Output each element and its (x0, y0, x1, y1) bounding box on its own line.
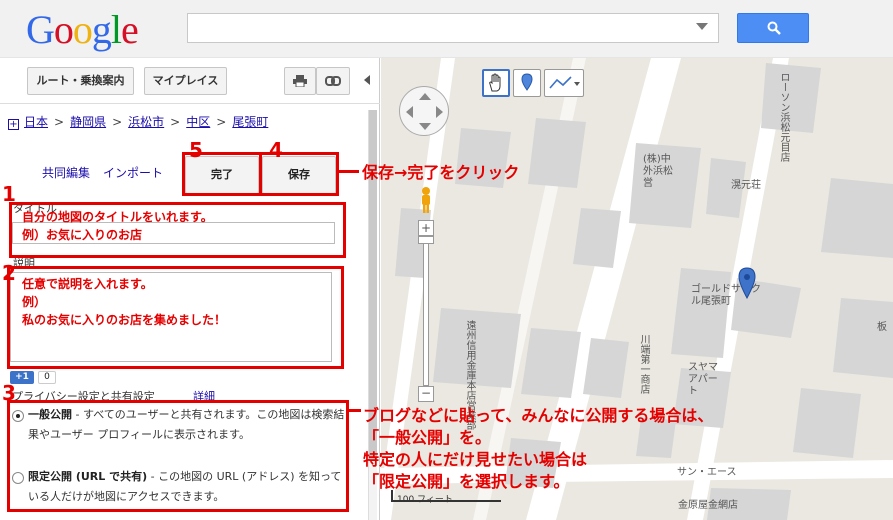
annotation-connector (339, 170, 359, 173)
annotation-number: 1 (2, 182, 16, 206)
map-label: スヤマアパート (688, 362, 718, 397)
logo-letter: o (72, 7, 93, 52)
divider (0, 103, 380, 104)
search-input[interactable] (187, 13, 719, 43)
link-icon (325, 76, 341, 86)
breadcrumb-item[interactable]: 浜松市 (128, 115, 164, 129)
import-link[interactable]: インポート (103, 164, 163, 181)
title-annotation-text: 自分の地図のタイトルをいれます。 例）お気に入りのお店 (22, 208, 213, 244)
marker-tool-button[interactable] (513, 69, 541, 97)
chevron-down-icon[interactable] (696, 23, 708, 30)
printer-icon (293, 75, 307, 88)
breadcrumb-item[interactable]: 日本 (24, 115, 48, 129)
pan-right-icon[interactable] (436, 106, 443, 118)
pegman-icon[interactable] (419, 186, 433, 214)
map-label: 滉元荘 (731, 180, 761, 191)
pan-down-icon[interactable] (419, 123, 431, 130)
annotation-number: 4 (269, 138, 283, 162)
map-label: 川端第一商店 (638, 334, 649, 394)
annotation-line: 例）お気に入りのお店 (22, 228, 143, 242)
annotation-line: ブログなどに貼って、みんなに公開する場合は、 (363, 406, 714, 425)
annotation-line: 私のお気に入りのお店を集めました！ (22, 313, 227, 327)
map-label: ローソン浜松元目店 (778, 72, 789, 162)
breadcrumb-separator: > (112, 115, 123, 129)
line-tool-button[interactable] (544, 69, 584, 97)
annotation-line: 「一般公開」を。 (363, 428, 492, 447)
collab-edit-link[interactable]: 共同編集 (42, 164, 90, 181)
annotation-number: 5 (189, 138, 203, 162)
description-annotation-text: 任意で説明を入れます。 例） 私のお気に入りのお店を集めました！ (22, 275, 226, 329)
logo-letter: l (110, 7, 122, 52)
breadcrumb-item[interactable]: 尾張町 (232, 115, 268, 129)
google-logo[interactable]: Google (26, 6, 139, 53)
map-label: 板 (877, 322, 887, 333)
annotation-line: 特定の人にだけ見せたい場合は (363, 450, 588, 469)
annotation-line: 「限定公開」を選択します。 (363, 472, 570, 491)
pan-up-icon[interactable] (419, 93, 431, 100)
map-marker-icon[interactable] (737, 267, 757, 299)
breadcrumb-item[interactable]: 中区 (186, 115, 210, 129)
privacy-instruction: ブログなどに貼って、みんなに公開する場合は、 「一般公開」を。 特定の人にだけ見… (363, 405, 713, 493)
annotation-connector (349, 409, 361, 412)
print-button[interactable] (284, 67, 316, 95)
logo-letter: G (26, 7, 55, 52)
hand-icon (489, 73, 501, 92)
line-icon (549, 76, 580, 89)
plus-one-count: 0 (38, 371, 56, 384)
map-label: (株)中外浜松営 (643, 154, 673, 189)
map-label: ゴールドサークル尾張町 (691, 284, 761, 307)
breadcrumb-item[interactable]: 静岡県 (70, 115, 106, 129)
map-label: 遠州信用金庫本店営業部 (464, 320, 475, 430)
link-button[interactable] (316, 67, 350, 95)
logo-letter: g (91, 7, 112, 52)
marker-icon (521, 73, 533, 91)
expand-icon[interactable]: + (8, 119, 19, 130)
top-bar: Google (0, 0, 893, 58)
pan-left-icon[interactable] (406, 106, 413, 118)
zoom-slider[interactable] (423, 238, 429, 386)
search-button[interactable] (737, 13, 809, 43)
breadcrumb-separator: > (54, 115, 65, 129)
annotation-line: 自分の地図のタイトルをいれます。 (22, 210, 213, 224)
zoom-in-button[interactable]: + (418, 220, 434, 236)
logo-letter: o (53, 7, 74, 52)
breadcrumb: + 日本 > 静岡県 > 浜松市 > 中区 > 尾張町 (8, 113, 268, 130)
breadcrumb-separator: > (216, 115, 227, 129)
annotation-line: 任意で説明を入れます。 (22, 277, 153, 291)
myplaces-button[interactable]: マイプレイス (144, 67, 227, 95)
hand-tool-button[interactable] (482, 69, 510, 97)
logo-letter: e (121, 7, 139, 52)
map-label: 金原屋金網店 (678, 500, 738, 511)
annotation-line: 例） (22, 295, 47, 309)
breadcrumb-separator: > (170, 115, 181, 129)
zoom-slider-handle[interactable] (418, 236, 434, 244)
annotation-box-privacy (7, 400, 349, 512)
zoom-out-button[interactable]: − (418, 386, 434, 402)
save-done-instruction: 保存→完了をクリック (362, 163, 520, 182)
route-button[interactable]: ルート・乗換案内 (27, 67, 134, 95)
collapse-panel-icon[interactable] (364, 75, 370, 85)
pan-control[interactable] (399, 86, 449, 136)
search-icon (767, 21, 781, 35)
